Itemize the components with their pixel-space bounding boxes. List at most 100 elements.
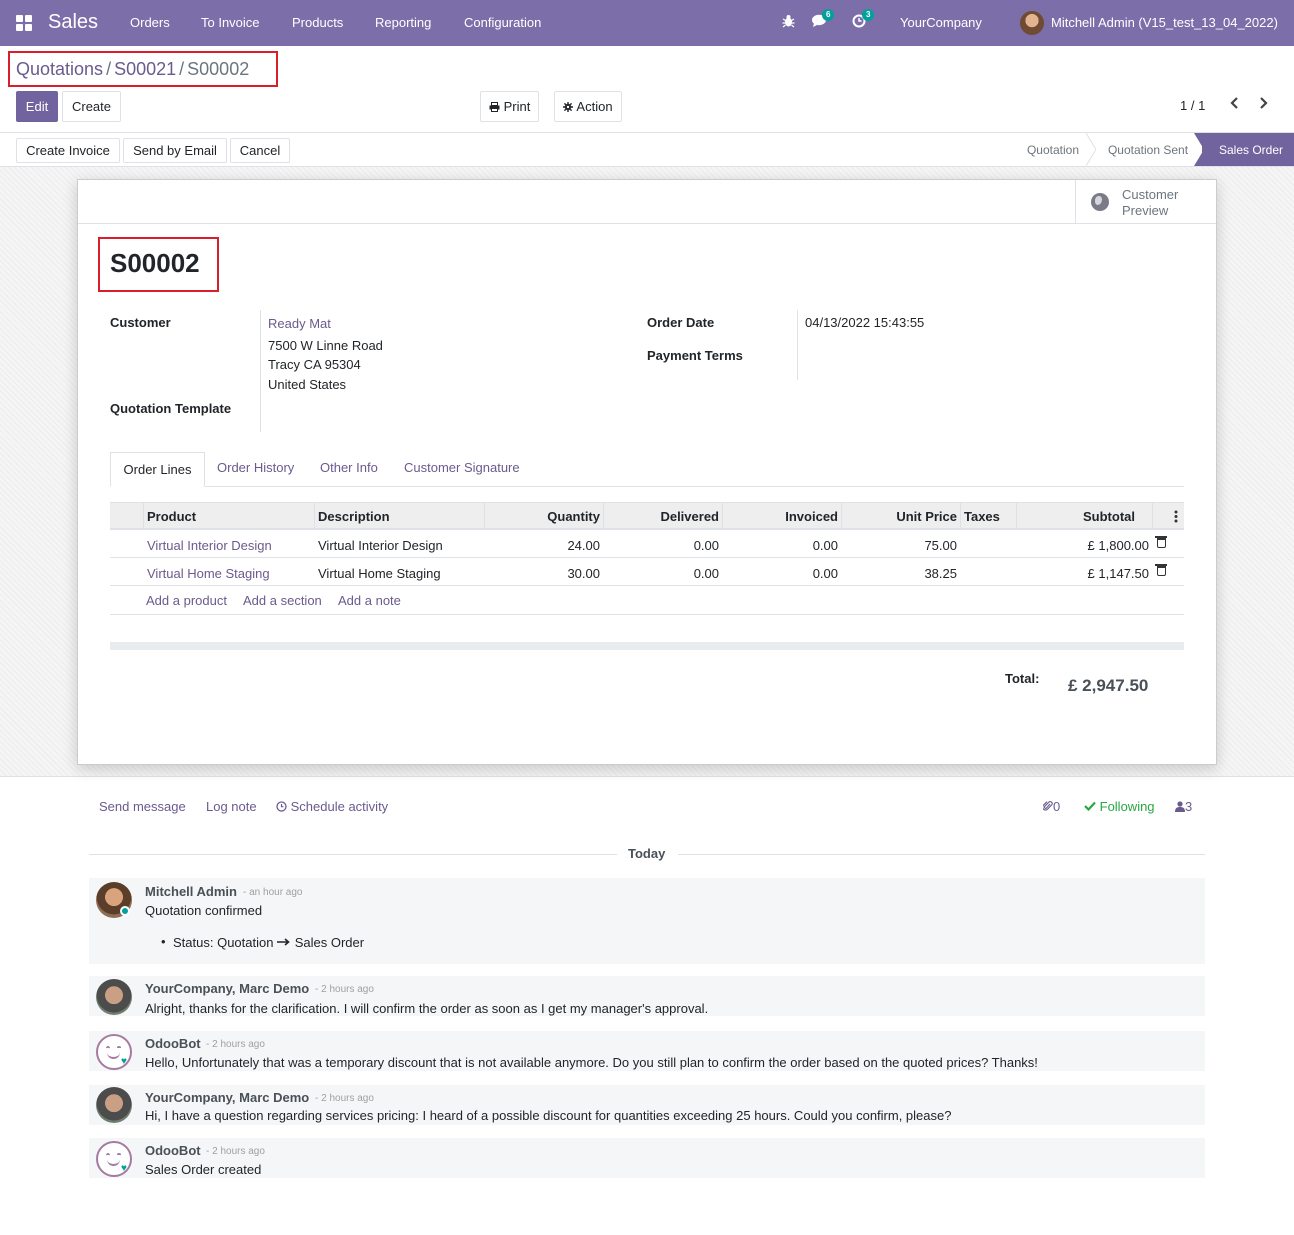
today-separator: Today [628, 846, 666, 861]
chatter-message: Mitchell Admin - an hour ago Quotation c… [89, 878, 1205, 964]
pager-previous-icon[interactable] [1230, 96, 1240, 114]
add-product-link[interactable]: Add a product [146, 593, 227, 608]
print-button[interactable]: Print [480, 91, 539, 122]
order-lines-header: Product Description Quantity Delivered I… [110, 502, 1184, 530]
user-icon [1175, 801, 1185, 812]
avatar[interactable] [96, 979, 132, 1015]
followers-button[interactable]: 3 [1175, 799, 1192, 814]
column-subtotal[interactable]: Subtotal [1083, 509, 1135, 524]
arrow-right-icon [277, 938, 290, 946]
heart-icon: ♥ [121, 1056, 127, 1067]
activity-clock-icon[interactable]: 3 [852, 9, 875, 31]
today-divider-right [678, 854, 1205, 855]
pager-value[interactable]: 1 / 1 [1180, 98, 1205, 113]
edit-button[interactable]: Edit [16, 91, 58, 122]
row-product[interactable]: Virtual Interior Design [147, 538, 272, 553]
tab-other-info[interactable]: Other Info [320, 460, 378, 475]
message-author[interactable]: OdooBot [145, 1143, 201, 1158]
field-divider [797, 310, 798, 380]
message-body: Quotation confirmed [145, 903, 263, 918]
breadcrumb-highlight-box [8, 51, 278, 87]
app-name[interactable]: Sales [48, 11, 98, 34]
stage-quotation-sent[interactable]: Quotation Sent [1096, 133, 1200, 166]
row-product[interactable]: Virtual Home Staging [147, 566, 270, 581]
tracking-value: • Status: Quotation Sales Order [161, 934, 365, 950]
debug-bug-icon[interactable] [782, 14, 795, 31]
top-navbar: Sales Orders To Invoice Products Reporti… [0, 0, 1294, 46]
column-description[interactable]: Description [318, 509, 390, 524]
pager-next-icon[interactable] [1258, 96, 1268, 114]
total-label: Total: [1005, 671, 1040, 686]
customer-country: United States [268, 377, 347, 392]
column-delivered[interactable]: Delivered [660, 509, 719, 524]
send-by-email-button[interactable]: Send by Email [123, 138, 227, 163]
customer-preview-button[interactable]: Customer Preview [1075, 180, 1216, 224]
company-switcher[interactable]: YourCompany [900, 15, 982, 30]
delete-trash-icon[interactable] [1155, 536, 1167, 548]
message-author[interactable]: OdooBot [145, 1036, 201, 1051]
row-invoiced: 0.00 [812, 538, 838, 553]
following-button[interactable]: Following [1084, 799, 1155, 814]
user-menu[interactable]: Mitchell Admin (V15_test_13_04_2022) [1051, 15, 1278, 30]
create-invoice-button[interactable]: Create Invoice [16, 138, 120, 163]
message-body: Hi, I have a question regarding services… [145, 1108, 952, 1123]
attachments-button[interactable]: 0 [1042, 799, 1060, 814]
menu-configuration[interactable]: Configuration [464, 15, 541, 30]
message-body: Hello, Unfortunately that was a temporar… [145, 1055, 1038, 1070]
activities-badge: 3 [862, 9, 875, 21]
cancel-button[interactable]: Cancel [230, 138, 290, 163]
gear-icon [563, 101, 574, 112]
tabs-underline [110, 486, 1184, 487]
menu-reporting[interactable]: Reporting [375, 15, 431, 30]
heart-icon: ♥ [121, 1163, 127, 1174]
action-button[interactable]: Action [554, 91, 622, 122]
stage-sales-order[interactable]: Sales Order [1202, 133, 1294, 166]
message-author[interactable]: YourCompany, Marc Demo [145, 981, 309, 996]
menu-to-invoice[interactable]: To Invoice [201, 15, 260, 30]
customer-name-link[interactable]: Ready Mat [268, 316, 331, 331]
row-subtotal: £ 1,800.00 [1087, 538, 1149, 553]
table-row[interactable]: Virtual Home Staging Virtual Home Stagin… [110, 559, 1184, 586]
message-time: - 2 hours ago [206, 1039, 265, 1050]
message-time: - 2 hours ago [315, 984, 374, 995]
messages-chat-icon[interactable]: 6 [812, 9, 835, 31]
delete-trash-icon[interactable] [1155, 564, 1167, 576]
menu-products[interactable]: Products [292, 15, 343, 30]
row-description: Virtual Home Staging [318, 566, 441, 581]
create-button[interactable]: Create [62, 91, 121, 122]
optional-columns-kebab-icon[interactable] [1174, 510, 1178, 526]
message-body: Sales Order created [145, 1162, 262, 1177]
user-avatar[interactable] [1020, 11, 1044, 35]
avatar[interactable] [96, 1087, 132, 1123]
menu-orders[interactable]: Orders [130, 15, 170, 30]
message-author[interactable]: Mitchell Admin [145, 884, 237, 899]
table-row[interactable]: Virtual Interior Design Virtual Interior… [110, 531, 1184, 558]
row-description: Virtual Interior Design [318, 538, 443, 553]
tab-order-history[interactable]: Order History [217, 460, 294, 475]
row-delivered: 0.00 [693, 566, 719, 581]
message-time: - an hour ago [243, 887, 303, 898]
sheet-button-box: Customer Preview [78, 180, 1216, 224]
add-section-link[interactable]: Add a section [243, 593, 322, 608]
message-time: - 2 hours ago [315, 1093, 374, 1104]
column-invoiced[interactable]: Invoiced [785, 509, 838, 524]
chatter-message: YourCompany, Marc Demo - 2 hours ago Alr… [89, 976, 1205, 1016]
send-message-button[interactable]: Send message [99, 799, 186, 814]
message-author[interactable]: YourCompany, Marc Demo [145, 1090, 309, 1105]
tab-order-lines[interactable]: Order Lines [110, 452, 205, 487]
log-note-button[interactable]: Log note [206, 799, 257, 814]
print-label: Print [503, 99, 531, 114]
row-invoiced: 0.00 [812, 566, 838, 581]
row-unit-price: 38.25 [924, 566, 957, 581]
stage-active-arrow [1194, 133, 1204, 166]
column-taxes[interactable]: Taxes [964, 509, 1000, 524]
tab-customer-signature[interactable]: Customer Signature [404, 460, 520, 475]
stage-quotation[interactable]: Quotation [1014, 133, 1092, 166]
column-unit-price[interactable]: Unit Price [896, 509, 957, 524]
order-date-label: Order Date [647, 315, 715, 330]
column-quantity[interactable]: Quantity [547, 509, 600, 524]
column-product[interactable]: Product [147, 509, 196, 524]
app-grid-icon[interactable] [16, 15, 32, 31]
add-note-link[interactable]: Add a note [338, 593, 401, 608]
schedule-activity-button[interactable]: Schedule activity [276, 799, 388, 814]
